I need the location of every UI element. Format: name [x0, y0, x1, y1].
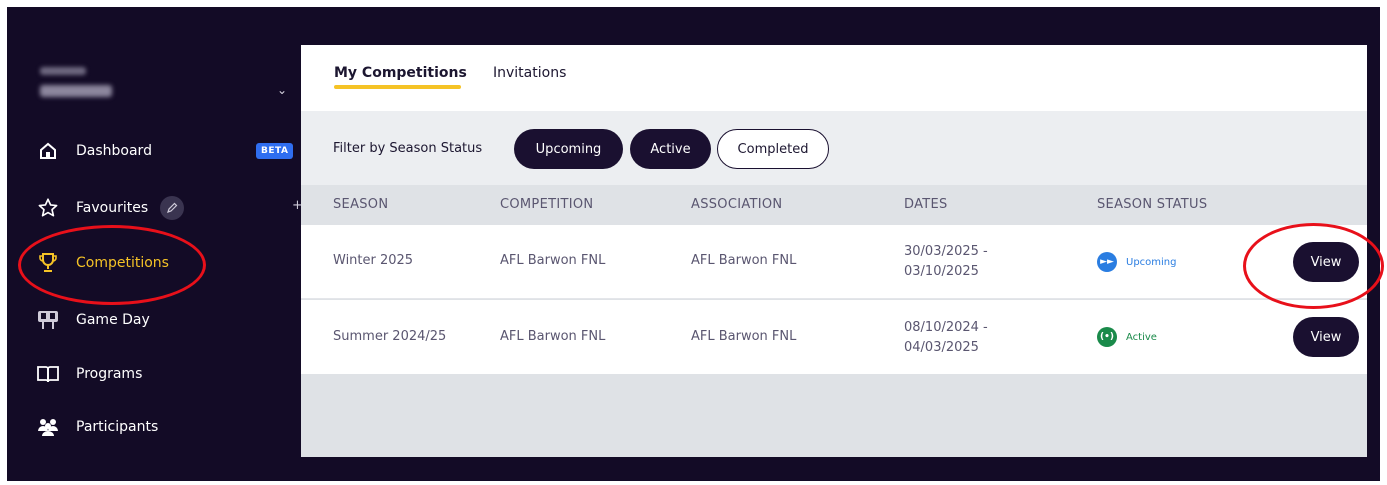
fast-forward-icon: ►► — [1097, 252, 1117, 272]
sidebar-item-programs[interactable]: Programs — [34, 354, 296, 394]
book-icon — [34, 362, 62, 386]
filter-chip-upcoming[interactable]: Upcoming — [514, 129, 623, 169]
dates-cell: 08/10/2024 - 04/03/2025 — [904, 318, 988, 358]
tab-invitations[interactable]: Invitations — [493, 65, 566, 81]
column-header-dates[interactable]: DATES — [904, 197, 948, 212]
active-tab-indicator — [334, 85, 461, 89]
tab-bar: My Competitions Invitations — [301, 45, 1367, 111]
annotation-circle-view — [1243, 223, 1384, 309]
sidebar-item-label: Game Day — [76, 312, 150, 328]
table-row[interactable]: Summer 2024/25 AFL Barwon FNL AFL Barwon… — [301, 300, 1367, 374]
sidebar-item-favourites[interactable]: Favourites + — [34, 188, 303, 228]
filter-chip-active[interactable]: Active — [630, 129, 711, 169]
date-start: 30/03/2025 - — [904, 244, 988, 259]
filter-chip-completed[interactable]: Completed — [717, 129, 829, 169]
organisation-selector[interactable]: ⌄ — [33, 59, 293, 109]
date-end: 03/10/2025 — [904, 264, 979, 279]
beta-badge: BETA — [256, 143, 294, 159]
filter-label: Filter by Season Status — [333, 141, 483, 156]
status-badge: ►► Upcoming — [1097, 252, 1177, 272]
column-header-season-status[interactable]: SEASON STATUS — [1097, 197, 1207, 212]
season-cell: Winter 2025 — [333, 253, 414, 268]
org-label-blurred — [40, 67, 86, 75]
main-content: My Competitions Invitations Filter by Se… — [301, 45, 1367, 457]
chevron-down-icon[interactable]: ⌄ — [277, 83, 287, 97]
star-icon — [34, 196, 62, 220]
annotation-circle-competitions — [18, 225, 206, 305]
sidebar-item-game-day[interactable]: Game Day — [34, 300, 296, 340]
people-icon — [34, 415, 62, 439]
status-label: Upcoming — [1126, 256, 1177, 268]
status-label: Active — [1126, 331, 1157, 343]
edit-favourites-button[interactable] — [160, 196, 185, 220]
competition-cell: AFL Barwon FNL — [500, 329, 606, 344]
filter-bar: Filter by Season Status Upcoming Active … — [301, 111, 1367, 185]
sidebar-item-label: Programs — [76, 366, 143, 382]
status-badge: (•) Active — [1097, 327, 1157, 347]
home-icon — [34, 139, 62, 163]
column-header-competition[interactable]: COMPETITION — [500, 197, 593, 212]
sidebar-item-dashboard[interactable]: Dashboard BETA — [34, 131, 296, 171]
date-end: 04/03/2025 — [904, 340, 979, 355]
competition-cell: AFL Barwon FNL — [500, 253, 606, 268]
association-cell: AFL Barwon FNL — [691, 329, 797, 344]
table-header: SEASON COMPETITION ASSOCIATION DATES SEA… — [301, 185, 1367, 225]
view-button[interactable]: View — [1293, 317, 1359, 357]
scoreboard-icon — [34, 308, 62, 332]
tab-my-competitions[interactable]: My Competitions — [334, 65, 467, 81]
season-cell: Summer 2024/25 — [333, 329, 447, 344]
sidebar-item-label: Dashboard — [76, 143, 152, 159]
column-header-association[interactable]: ASSOCIATION — [691, 197, 782, 212]
sidebar-item-label: Favourites — [76, 200, 149, 216]
association-cell: AFL Barwon FNL — [691, 253, 797, 268]
column-header-season[interactable]: SEASON — [333, 197, 388, 212]
sidebar-item-label: Participants — [76, 419, 159, 435]
sidebar-item-participants[interactable]: Participants — [34, 407, 296, 447]
dates-cell: 30/03/2025 - 03/10/2025 — [904, 242, 988, 282]
date-start: 08/10/2024 - — [904, 320, 988, 335]
pencil-icon — [167, 202, 178, 213]
broadcast-icon: (•) — [1097, 327, 1117, 347]
table-row[interactable]: Winter 2025 AFL Barwon FNL AFL Barwon FN… — [301, 225, 1367, 299]
org-name-blurred — [40, 85, 112, 97]
